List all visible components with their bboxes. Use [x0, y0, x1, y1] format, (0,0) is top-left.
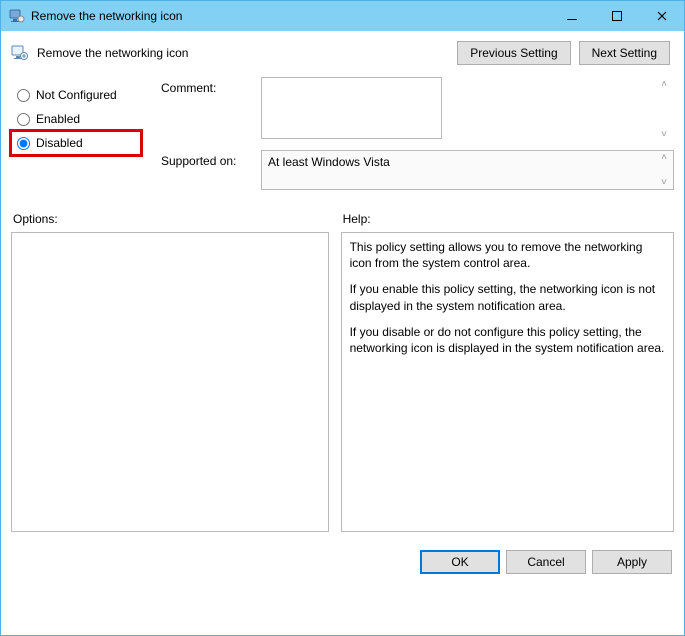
- minimize-button[interactable]: [549, 1, 594, 31]
- settings-row: Not Configured Enabled Disabled Comment:…: [1, 71, 684, 198]
- help-paragraph: If you disable or do not configure this …: [350, 324, 665, 356]
- help-panel: This policy setting allows you to remove…: [341, 232, 674, 532]
- options-panel: [11, 232, 329, 532]
- radio-not-configured-input[interactable]: [17, 89, 30, 102]
- app-icon: [9, 8, 25, 24]
- radio-not-configured[interactable]: Not Configured: [11, 83, 141, 107]
- radio-enabled-input[interactable]: [17, 113, 30, 126]
- options-panel-label: Options:: [13, 212, 329, 226]
- ok-button[interactable]: OK: [420, 550, 500, 574]
- fields-column: Comment: ˄ ˅ Supported on: At least Wind…: [141, 77, 674, 198]
- footer-buttons: OK Cancel Apply: [1, 542, 684, 584]
- previous-setting-button[interactable]: Previous Setting: [457, 41, 570, 65]
- chevron-up-icon: ˄: [656, 152, 672, 163]
- help-paragraph: If you enable this policy setting, the n…: [350, 281, 665, 313]
- window-controls: [549, 1, 684, 31]
- chevron-down-icon: ˅: [656, 177, 672, 188]
- sub-header: Remove the networking icon Previous Sett…: [1, 31, 684, 71]
- next-setting-button[interactable]: Next Setting: [579, 41, 670, 65]
- apply-button[interactable]: Apply: [592, 550, 672, 574]
- comment-label: Comment:: [161, 77, 261, 95]
- radio-disabled-input[interactable]: [17, 137, 30, 150]
- policy-icon: [11, 44, 29, 62]
- comment-input[interactable]: [261, 77, 442, 139]
- panels-row: Options: Help: This policy setting allow…: [1, 198, 684, 542]
- help-panel-label: Help:: [343, 212, 674, 226]
- window-title: Remove the networking icon: [31, 9, 549, 23]
- supported-on-field: At least Windows Vista: [261, 150, 674, 190]
- content-area: Remove the networking icon Previous Sett…: [1, 31, 684, 584]
- chevron-up-icon: ˄: [656, 79, 672, 90]
- radio-enabled-label: Enabled: [36, 112, 80, 126]
- radio-disabled-label: Disabled: [36, 136, 83, 150]
- supported-label: Supported on:: [161, 150, 261, 168]
- title-bar: Remove the networking icon: [1, 1, 684, 31]
- state-radio-group: Not Configured Enabled Disabled: [11, 77, 141, 198]
- supported-on-value: At least Windows Vista: [268, 155, 390, 169]
- radio-not-configured-label: Not Configured: [36, 88, 117, 102]
- radio-enabled[interactable]: Enabled: [11, 107, 141, 131]
- close-button[interactable]: [639, 1, 684, 31]
- maximize-button[interactable]: [594, 1, 639, 31]
- radio-disabled[interactable]: Disabled: [11, 131, 141, 155]
- policy-title: Remove the networking icon: [37, 46, 457, 60]
- supported-scroll[interactable]: ˄ ˅: [656, 152, 672, 188]
- comment-scroll[interactable]: ˄ ˅: [656, 79, 672, 140]
- help-paragraph: This policy setting allows you to remove…: [350, 239, 665, 271]
- cancel-button[interactable]: Cancel: [506, 550, 586, 574]
- chevron-down-icon: ˅: [656, 129, 672, 140]
